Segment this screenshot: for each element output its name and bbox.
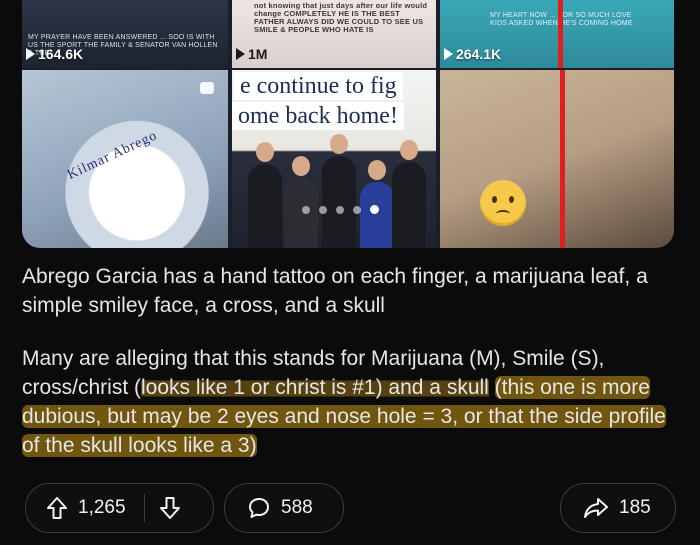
post-paragraph-1: Abrego Garcia has a hand tattoo on each … (22, 265, 648, 317)
upvote-arrow-icon (47, 497, 67, 519)
carousel-pagination[interactable] (302, 205, 379, 214)
carousel-dot[interactable] (353, 205, 361, 214)
red-line-decoration (558, 0, 563, 68)
upvote-button[interactable]: 1,265 (26, 484, 126, 532)
carousel-dot[interactable] (336, 205, 344, 214)
share-count: 185 (619, 497, 651, 518)
banner-line-1: e continue to fig (234, 72, 403, 100)
carousel-tile-6[interactable] (440, 70, 674, 248)
downvote-arrow-icon (159, 497, 180, 519)
image-carousel[interactable]: MY PRAYER HAVE BEEN ANSWERED ... SOO IS … (22, 0, 674, 248)
carousel-dot[interactable] (319, 205, 327, 214)
play-icon (26, 48, 35, 60)
share-button[interactable]: 185 (561, 484, 675, 532)
play-icon (236, 48, 245, 60)
upvote-count: 1,265 (78, 497, 126, 518)
carousel-tile-4[interactable]: Kilmar Abrego (22, 70, 228, 248)
view-count: 1M (236, 46, 267, 62)
view-count-label: 264.1K (456, 46, 502, 62)
comments-button[interactable]: 588 (225, 484, 343, 532)
select-indicator-icon (200, 82, 214, 94)
tile-caption: not knowing that just days after our lif… (254, 1, 428, 34)
group-photo (242, 134, 426, 248)
post-paragraph-2: Many are alleging that this stands for M… (22, 344, 682, 460)
carousel-dot-active[interactable] (370, 205, 379, 214)
view-count: 264.1K (444, 46, 501, 62)
carousel-dot[interactable] (302, 205, 310, 214)
banner-line-2: ome back home! (232, 102, 404, 130)
carousel-tile-3[interactable]: MY HEART NOW ... FOR SO MUCH LOVE KIDS A… (440, 0, 674, 68)
comment-count: 588 (281, 497, 313, 518)
share-arrow-icon (584, 498, 608, 518)
carousel-tile-1[interactable]: MY PRAYER HAVE BEEN ANSWERED ... SOO IS … (22, 0, 228, 68)
carousel-tile-2[interactable]: not knowing that just days after our lif… (232, 0, 436, 68)
red-line-decoration (560, 70, 565, 248)
view-count: 164.6K (26, 46, 83, 62)
view-count-label: 1M (248, 46, 268, 62)
downvote-button[interactable] (145, 484, 181, 532)
comment-bubble-icon (249, 498, 269, 518)
highlighted-text: looks like 1 or christ is #1) and a skul… (141, 376, 489, 399)
tile-caption: MY HEART NOW ... FOR SO MUCH LOVE KIDS A… (490, 12, 633, 27)
play-icon (444, 48, 453, 60)
vote-control: 1,265 (25, 483, 214, 533)
carousel-tile-5[interactable]: e continue to fig ome back home! (232, 70, 436, 248)
share-control: 185 (560, 483, 676, 533)
sad-face-icon (480, 180, 526, 226)
comments-control: 588 (224, 483, 344, 533)
view-count-label: 164.6K (38, 46, 84, 62)
